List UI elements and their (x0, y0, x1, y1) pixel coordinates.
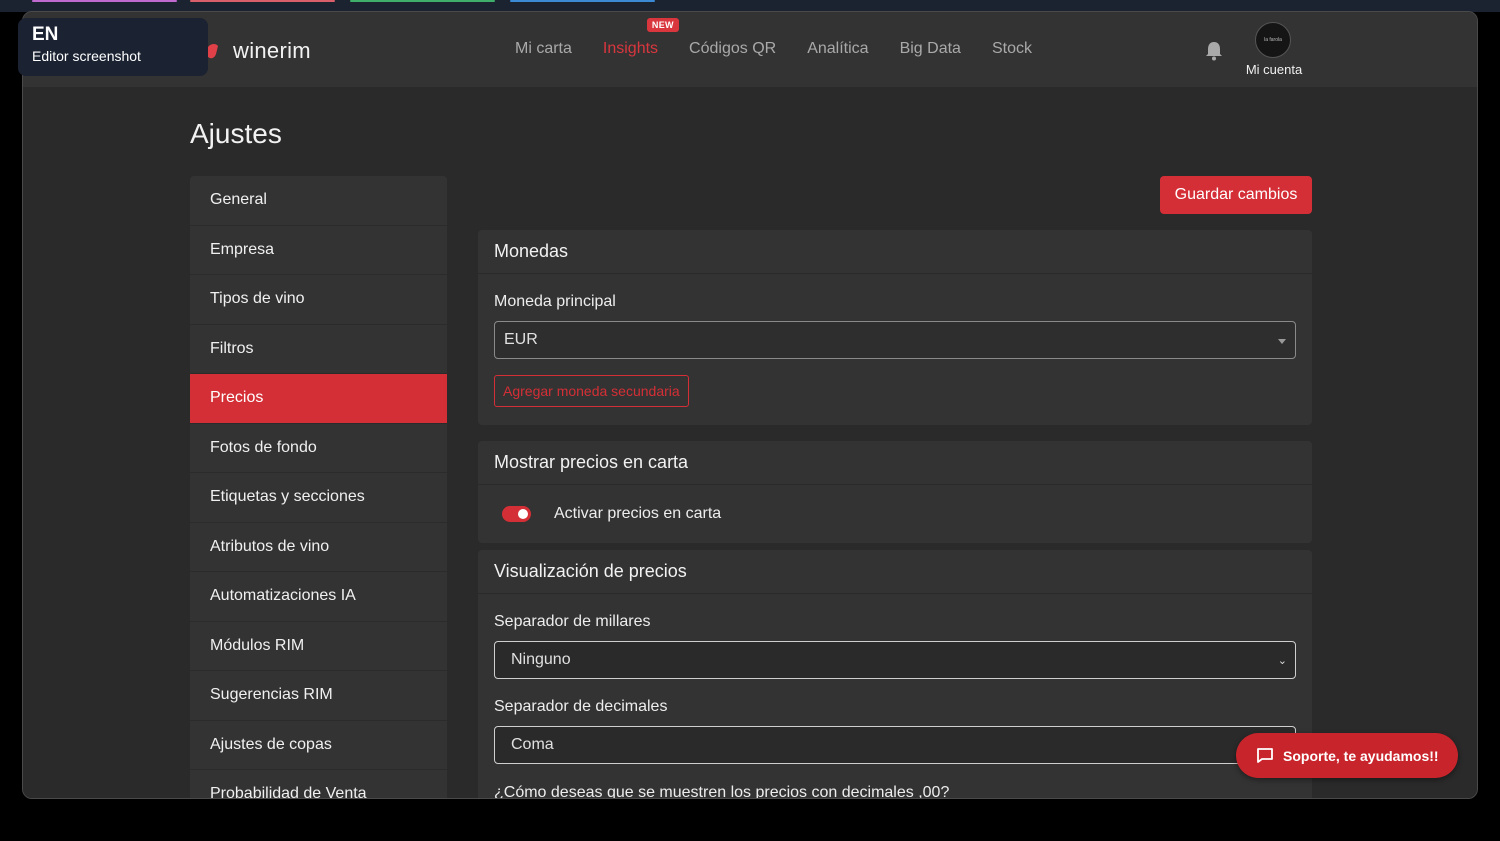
decimal-select-value: Coma (511, 736, 554, 753)
sidebar-item-fotos-de-fondo[interactable]: Fotos de fondo (190, 423, 447, 473)
overlay-lang: EN (32, 24, 59, 45)
tab-indicator (510, 0, 655, 2)
sidebar-item-modulos-rim[interactable]: Módulos RIM (190, 621, 447, 671)
nav-mi-carta[interactable]: Mi carta (515, 40, 572, 58)
support-label: Soporte, te ayudamos!! (1283, 747, 1439, 764)
card-mostrar-precios: Mostrar precios en carta Activar precios… (478, 441, 1312, 543)
field-label-decimales: Separador de decimales (494, 698, 668, 715)
top-navbar: winerim Mi carta Insights NEW Códigos QR… (23, 12, 1477, 87)
card-title: Visualización de precios (478, 550, 1312, 594)
card-title: Monedas (478, 230, 1312, 274)
app-window: winerim Mi carta Insights NEW Códigos QR… (22, 11, 1478, 799)
sidebar-item-tipos-de-vino[interactable]: Tipos de vino (190, 275, 447, 325)
currency-select-value: EUR (504, 331, 538, 348)
avatar[interactable]: la farola (1255, 22, 1291, 58)
sidebar-item-automatizaciones[interactable]: Automatizaciones IA (190, 572, 447, 622)
card-title: Mostrar precios en carta (478, 441, 1312, 485)
nav-stock[interactable]: Stock (992, 40, 1032, 58)
save-button[interactable]: Guardar cambios (1160, 176, 1312, 214)
sidebar-item-probabilidad-venta[interactable]: Probabilidad de Venta (190, 770, 447, 798)
bell-icon[interactable] (1204, 40, 1224, 62)
main-content: Ajustes General Empresa Tipos de vino Fi… (23, 87, 1477, 799)
show-prices-toggle[interactable] (502, 506, 531, 522)
toggle-knob (518, 509, 528, 519)
brand-name[interactable]: winerim (233, 38, 311, 64)
sidebar-item-filtros[interactable]: Filtros (190, 324, 447, 374)
thousands-select-value: Ninguno (511, 651, 571, 668)
settings-sidebar: General Empresa Tipos de vino Filtros Pr… (190, 176, 447, 798)
nav-insights-label: Insights (602, 40, 659, 57)
main-nav: Mi carta Insights NEW Códigos QR Analíti… (515, 18, 1063, 58)
decimals-question: ¿Cómo deseas que se muestren los precios… (494, 784, 950, 799)
language-overlay: EN Editor screenshot (18, 18, 208, 76)
chat-bubble-icon (1257, 748, 1273, 763)
sidebar-item-etiquetas[interactable]: Etiquetas y secciones (190, 473, 447, 523)
overlay-label: Editor screenshot (32, 48, 141, 64)
field-label-millares: Separador de millares (494, 613, 651, 630)
nav-analitica[interactable]: Analítica (807, 40, 868, 58)
currency-select[interactable]: EUR (494, 321, 1296, 359)
card-monedas: Monedas Moneda principal EUR Agregar mon… (478, 230, 1312, 425)
sidebar-item-precios[interactable]: Precios (190, 374, 447, 424)
page-title: Ajustes (190, 118, 282, 149)
tab-indicator (190, 0, 335, 2)
toggle-label: Activar precios en carta (554, 505, 722, 522)
nav-codigos-qr[interactable]: Códigos QR (689, 40, 776, 58)
nav-big-data[interactable]: Big Data (900, 40, 961, 58)
tab-indicator (350, 0, 495, 2)
sidebar-item-empresa[interactable]: Empresa (190, 225, 447, 275)
sidebar-item-atributos[interactable]: Atributos de vino (190, 522, 447, 572)
new-badge: NEW (646, 18, 679, 32)
support-chat-button[interactable]: Soporte, te ayudamos!! (1236, 733, 1458, 778)
decimal-separator-select[interactable]: Coma (494, 726, 1296, 764)
thousands-separator-select[interactable]: Ninguno ⌄ (494, 641, 1296, 679)
caret-down-icon (1278, 339, 1286, 344)
chevron-down-icon: ⌄ (1277, 655, 1287, 667)
sidebar-item-general[interactable]: General (190, 176, 447, 226)
nav-insights[interactable]: Insights NEW (602, 18, 679, 58)
account-label[interactable]: Mi cuenta (1243, 62, 1305, 77)
field-label-moneda-principal: Moneda principal (494, 293, 616, 310)
add-secondary-currency-button[interactable]: Agregar moneda secundaria (494, 375, 689, 407)
tab-indicator (32, 0, 177, 2)
sidebar-item-sugerencias-rim[interactable]: Sugerencias RIM (190, 671, 447, 721)
sidebar-item-ajustes-copas[interactable]: Ajustes de copas (190, 720, 447, 770)
avatar-text: la farola (1264, 37, 1282, 43)
card-visualizacion: Visualización de precios Separador de mi… (478, 550, 1312, 799)
